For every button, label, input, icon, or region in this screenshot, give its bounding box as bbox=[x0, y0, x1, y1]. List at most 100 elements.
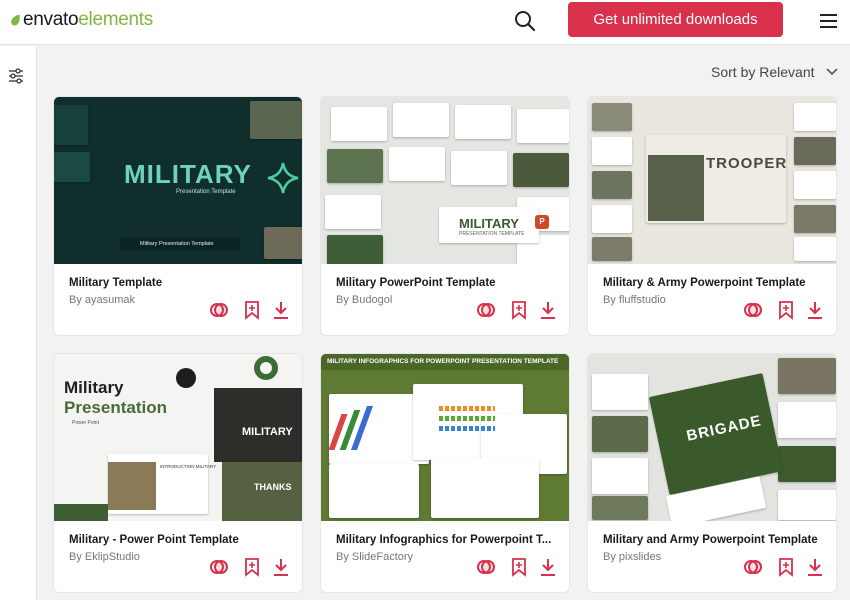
thumb-logo-badge bbox=[176, 368, 196, 388]
logo-text-elements: elements bbox=[78, 9, 153, 30]
item-card[interactable]: MILITARY Presentation Template Military … bbox=[53, 96, 303, 336]
item-actions bbox=[209, 300, 294, 322]
download-icon[interactable] bbox=[271, 557, 291, 577]
item-title[interactable]: Military and Army Powerpoint Template bbox=[603, 534, 828, 546]
thumb-slide bbox=[592, 496, 648, 520]
item-author[interactable]: By ayasumak bbox=[69, 294, 135, 306]
thumb-slide bbox=[451, 151, 507, 185]
thumb-slide bbox=[592, 205, 632, 233]
thumb-slide bbox=[778, 358, 836, 394]
thumb-line2: Presentation bbox=[64, 398, 167, 417]
thumb-slide bbox=[264, 227, 302, 259]
item-card[interactable]: TROOPER Military & Army Powerpoint Templ… bbox=[587, 96, 837, 336]
similar-items-icon[interactable] bbox=[743, 300, 763, 320]
item-author[interactable]: By SlideFactory bbox=[336, 551, 413, 563]
thumb-slide bbox=[778, 490, 836, 520]
item-title[interactable]: Military - Power Point Template bbox=[69, 534, 294, 546]
item-actions bbox=[476, 300, 561, 322]
item-thumbnail[interactable]: MILITARY Presentation Template Military … bbox=[54, 97, 302, 264]
search-icon[interactable] bbox=[512, 8, 538, 34]
chevron-down-icon bbox=[825, 68, 838, 76]
thumb-headline: MILITARY bbox=[459, 216, 519, 231]
item-card[interactable]: MILITARY PRESENTATION TEMPLATE P Militar… bbox=[320, 96, 570, 336]
item-author[interactable]: By EklipStudio bbox=[69, 551, 140, 563]
bookmark-add-icon[interactable] bbox=[776, 557, 796, 577]
hamburger-menu-icon[interactable] bbox=[818, 10, 840, 32]
thumb-subline: PRESENTATION TEMPLATE bbox=[459, 231, 525, 237]
item-card[interactable]: Military Presentation Power Point MILITA… bbox=[53, 353, 303, 593]
sort-label: Sort by Relevant bbox=[711, 64, 815, 80]
item-title[interactable]: Military Infographics for Powerpoint T..… bbox=[336, 534, 561, 546]
item-thumbnail[interactable]: TROOPER bbox=[588, 97, 836, 264]
item-actions bbox=[743, 300, 828, 322]
thumb-banner-text: MILITARY INFOGRAPHICS FOR POWERPOINT PRE… bbox=[327, 358, 559, 365]
thumb-slide bbox=[592, 103, 632, 131]
star-shape-icon bbox=[267, 162, 299, 194]
item-title[interactable]: Military & Army Powerpoint Template bbox=[603, 277, 828, 289]
item-author[interactable]: By fluffstudio bbox=[603, 294, 666, 306]
bookmark-add-icon[interactable] bbox=[242, 300, 262, 320]
thumb-slide bbox=[794, 137, 836, 165]
thumb-slide bbox=[794, 237, 836, 261]
thumb-soldier-photo bbox=[648, 155, 704, 221]
download-icon[interactable] bbox=[805, 300, 825, 320]
top-header: envatoelements Get unlimited downloads bbox=[0, 0, 850, 45]
thumb-slide bbox=[794, 103, 836, 131]
bookmark-add-icon[interactable] bbox=[776, 300, 796, 320]
similar-items-icon[interactable] bbox=[476, 300, 496, 320]
similar-items-icon[interactable] bbox=[209, 300, 229, 320]
item-title[interactable]: Military PowerPoint Template bbox=[336, 277, 561, 289]
download-icon[interactable] bbox=[805, 557, 825, 577]
thumb-slide bbox=[329, 464, 419, 518]
item-author[interactable]: By pixslides bbox=[603, 551, 661, 563]
bookmark-add-icon[interactable] bbox=[242, 557, 262, 577]
item-thumbnail[interactable]: MILITARY PRESENTATION TEMPLATE P bbox=[321, 97, 569, 264]
similar-items-icon[interactable] bbox=[743, 557, 763, 577]
item-thumbnail[interactable]: Military Presentation Power Point MILITA… bbox=[54, 354, 302, 521]
bookmark-add-icon[interactable] bbox=[509, 300, 529, 320]
thumb-subline: Presentation Template bbox=[176, 189, 236, 195]
thumb-donut-shape bbox=[254, 356, 278, 380]
thumb-caption: Military Presentation Template bbox=[140, 241, 214, 247]
thumb-slide bbox=[393, 103, 449, 137]
bookmark-add-icon[interactable] bbox=[509, 557, 529, 577]
thumb-slide bbox=[325, 195, 381, 229]
thumb-slide bbox=[592, 416, 648, 452]
item-card[interactable]: BRIGADE Military and Army Powerpoint Tem… bbox=[587, 353, 837, 593]
thumb-dark-panel bbox=[214, 388, 302, 462]
thumb-slide bbox=[54, 152, 90, 182]
download-icon[interactable] bbox=[271, 300, 291, 320]
similar-items-icon[interactable] bbox=[209, 557, 229, 577]
item-thumbnail[interactable]: MILITARY INFOGRAPHICS FOR POWERPOINT PRE… bbox=[321, 354, 569, 521]
logo-text: envatoelements bbox=[23, 9, 153, 31]
thumb-slide bbox=[455, 105, 511, 139]
item-thumbnail[interactable]: BRIGADE bbox=[588, 354, 836, 521]
get-unlimited-downloads-button[interactable]: Get unlimited downloads bbox=[568, 2, 783, 37]
thumb-slide bbox=[389, 147, 445, 181]
thumb-slide bbox=[592, 237, 632, 261]
filter-sliders-icon[interactable] bbox=[7, 67, 25, 85]
item-author[interactable]: By Budogol bbox=[336, 294, 392, 306]
thumb-slide bbox=[592, 171, 632, 199]
logo-text-envato: envato bbox=[23, 9, 79, 30]
thumb-slide bbox=[592, 137, 632, 165]
thumb-intro-label: INTRODUCTION MILITARY bbox=[160, 464, 217, 469]
thumb-bars-orange bbox=[439, 406, 495, 411]
thumb-slide bbox=[250, 101, 302, 139]
similar-items-icon[interactable] bbox=[476, 557, 496, 577]
thumb-small-label: Power Point bbox=[72, 420, 99, 426]
thumb-bars-green bbox=[439, 416, 495, 421]
envato-leaf-icon bbox=[11, 14, 20, 26]
item-card[interactable]: MILITARY INFOGRAPHICS FOR POWERPOINT PRE… bbox=[320, 353, 570, 593]
thumb-line1: Military bbox=[64, 378, 124, 397]
thumb-slide bbox=[517, 109, 569, 143]
download-icon[interactable] bbox=[538, 557, 558, 577]
thumb-slide bbox=[327, 235, 383, 264]
thumb-slide bbox=[794, 171, 836, 199]
download-icon[interactable] bbox=[538, 300, 558, 320]
thumb-slide bbox=[778, 402, 836, 438]
envato-elements-logo[interactable]: envatoelements bbox=[10, 8, 153, 32]
item-title[interactable]: Military Template bbox=[69, 277, 294, 289]
thumb-slide bbox=[54, 105, 88, 145]
sort-dropdown[interactable]: Sort by Relevant bbox=[711, 62, 839, 82]
